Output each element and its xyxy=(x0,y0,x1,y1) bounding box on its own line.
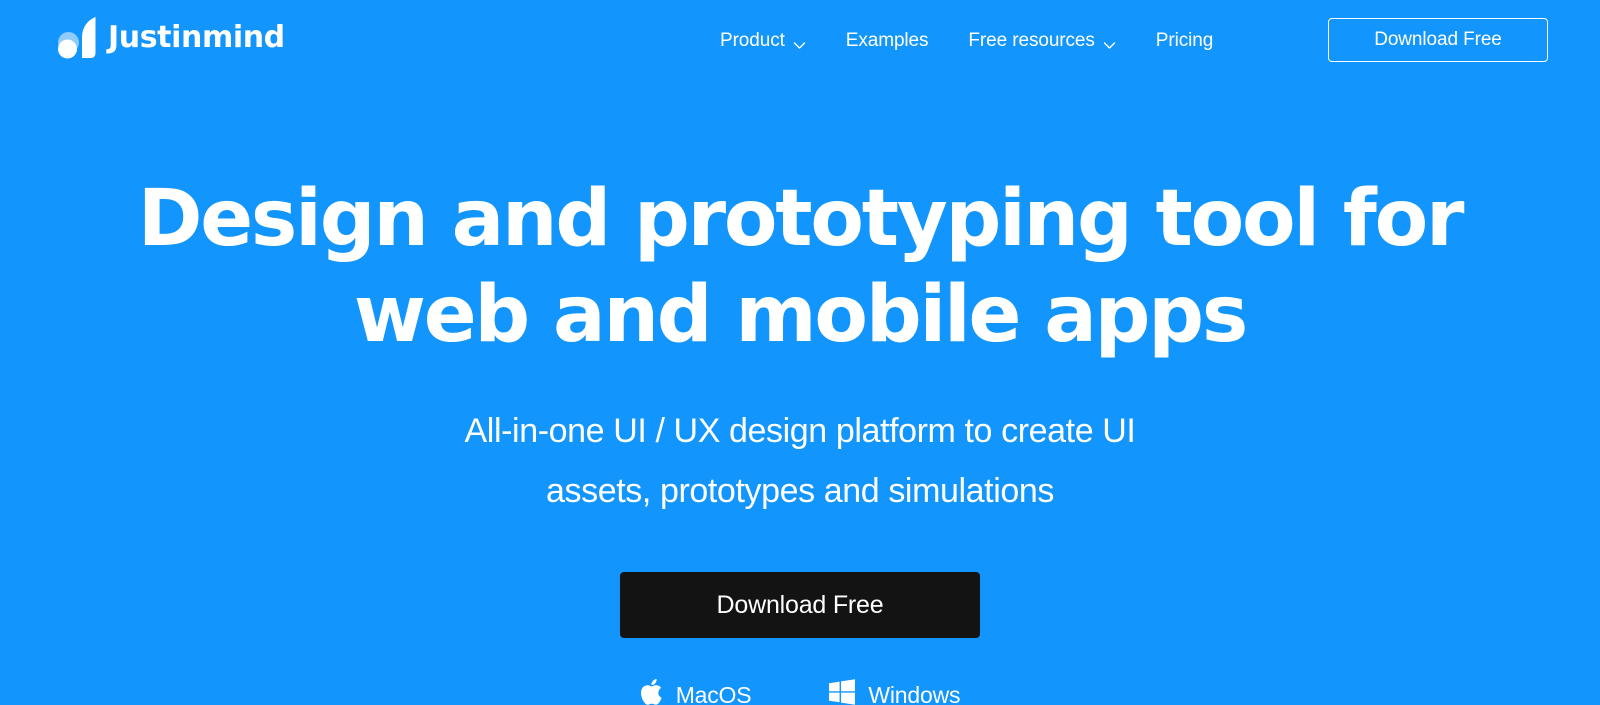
nav-item-free-resources[interactable]: Free resources xyxy=(948,30,1135,52)
windows-icon xyxy=(829,679,856,705)
nav-item-examples[interactable]: Examples xyxy=(826,30,949,52)
main-navigation: Product Examples Free resources Pricing xyxy=(700,0,1233,82)
os-option-label: MacOS xyxy=(675,681,752,705)
hero-subtitle: All-in-one UI / UX design platform to cr… xyxy=(0,401,1600,521)
chevron-down-icon xyxy=(1103,36,1116,49)
nav-item-label: Examples xyxy=(845,30,929,51)
hero-title: Design and prototyping tool for web and … xyxy=(0,171,1600,363)
hero-title-line-2: web and mobile apps xyxy=(353,270,1248,360)
chevron-down-icon xyxy=(793,36,806,49)
landing-page: Justinmind Product Examples Free resourc… xyxy=(0,0,1600,705)
site-header: Justinmind Product Examples Free resourc… xyxy=(0,0,1600,82)
hero-cta-container: Download Free xyxy=(0,572,1600,638)
apple-icon xyxy=(640,678,663,705)
hero-section: Design and prototyping tool for web and … xyxy=(0,82,1600,705)
os-selector: MacOS Windows xyxy=(0,678,1600,705)
hero-title-line-1: Design and prototyping tool for xyxy=(137,174,1465,264)
os-option-label: Windows xyxy=(868,681,961,705)
nav-item-label: Free resources xyxy=(968,30,1095,51)
brand-logo-link[interactable]: Justinmind xyxy=(55,13,285,63)
hero-subtitle-line-2: assets, prototypes and simulations xyxy=(545,472,1054,510)
os-option-macos[interactable]: MacOS xyxy=(640,678,752,705)
nav-item-pricing[interactable]: Pricing xyxy=(1136,30,1233,52)
brand-name: Justinmind xyxy=(108,20,285,55)
hero-subtitle-line-1: All-in-one UI / UX design platform to cr… xyxy=(464,412,1136,450)
header-download-free-button[interactable]: Download Free xyxy=(1328,18,1548,62)
nav-item-label: Pricing xyxy=(1155,30,1214,51)
justinmind-logo-icon xyxy=(55,13,97,63)
hero-download-free-button[interactable]: Download Free xyxy=(620,572,980,638)
os-option-windows[interactable]: Windows xyxy=(829,679,960,705)
nav-item-label: Product xyxy=(720,30,785,51)
nav-item-product[interactable]: Product xyxy=(700,30,826,52)
